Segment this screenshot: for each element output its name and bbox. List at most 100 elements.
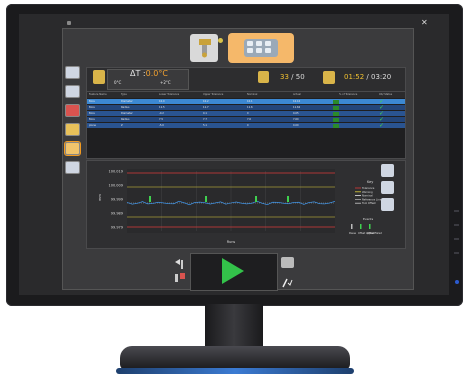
probe-mode-button[interactable] xyxy=(190,34,218,62)
results-table: Feature Name Type Lower Tolerance Upper … xyxy=(86,91,406,159)
tolerance-bar xyxy=(333,123,339,128)
window-icon[interactable] xyxy=(65,66,80,79)
table-row[interactable]: plane Z -5.0 5.1 0 0.00 xyxy=(87,123,405,128)
tools-icon[interactable] xyxy=(172,256,188,286)
power-led xyxy=(455,280,459,284)
column-header: Upper Tolerance xyxy=(203,93,224,96)
table-cell: Bore xyxy=(89,106,95,109)
offset-event-marker xyxy=(255,196,257,202)
table-cell: Radius xyxy=(121,106,130,109)
report-icon[interactable] xyxy=(64,141,81,156)
column-header: Feature Name xyxy=(89,93,107,96)
table-row[interactable]: Bore Diameter -0.2 0.1 0 0.05 xyxy=(87,111,405,116)
table-cell xyxy=(339,117,379,122)
legend-label: Reference Line xyxy=(362,197,382,201)
table-cell: 0.1 xyxy=(203,112,207,115)
legend-label: Warning xyxy=(362,190,373,194)
legend-label: Tool Offset xyxy=(362,201,376,205)
monitor-stand-neck xyxy=(205,304,263,350)
table-cell: 11.6 xyxy=(247,106,253,109)
monitor-base-light xyxy=(116,368,354,374)
legend-label: Nominal xyxy=(362,194,373,198)
legend-title: Key xyxy=(367,180,373,184)
column-header: Actual xyxy=(293,93,301,96)
table-cell: Diameter xyxy=(121,100,133,103)
event-swatch xyxy=(369,224,371,229)
tolerance-bar xyxy=(333,117,339,122)
probe-check-icon[interactable] xyxy=(281,273,293,288)
table-cell xyxy=(339,105,379,110)
column-header: % of Tolerance xyxy=(339,93,358,96)
table-cell: Radius xyxy=(121,118,130,121)
table-cell: 7.6 xyxy=(247,118,251,121)
table-cell: Z xyxy=(121,124,123,127)
trend-chart-panel: 100.019 100.009 99.999 99.989 99.979 mm Runs Ke… xyxy=(86,160,406,249)
play-icon xyxy=(222,258,244,284)
table-icon[interactable] xyxy=(381,181,394,194)
part-count: 33 / 50 xyxy=(280,73,305,81)
y-axis-label: mm xyxy=(98,194,102,201)
table-cell: 7.5 xyxy=(159,118,163,121)
tolerance-bar xyxy=(333,105,339,110)
y-tick-label: 99.999 xyxy=(111,198,123,202)
table-cell: 11.7 xyxy=(203,106,209,109)
y-tick-label: 99.979 xyxy=(111,226,123,230)
chart-icon[interactable] xyxy=(65,161,80,174)
table-cell: 10.1 xyxy=(247,100,253,103)
parts-mode-button[interactable] xyxy=(228,33,294,63)
delta-t-readout: ΔT :0.0°C xyxy=(130,69,168,78)
refresh-icon[interactable] xyxy=(65,104,80,117)
table-cell: -0.2 xyxy=(159,112,164,115)
table-row[interactable]: Bore Radius 11.5 11.7 11.6 11.62 xyxy=(87,105,405,110)
temp-high: +2°C xyxy=(160,80,171,85)
table-cell: 0 xyxy=(247,112,249,115)
table-cell: 10.2 xyxy=(203,100,209,103)
table-cell: 0 xyxy=(247,124,249,127)
chart-side-toolbar xyxy=(381,164,397,215)
y-tick-label: 99.989 xyxy=(111,212,123,216)
column-header: Nominal xyxy=(247,93,258,96)
desktop-icon xyxy=(67,21,71,25)
monitor-icon[interactable] xyxy=(381,198,394,211)
document-icon[interactable] xyxy=(65,85,80,98)
y-tick-label: 100.009 xyxy=(109,184,123,188)
event-label: Pause xyxy=(349,232,357,235)
table-cell: -5.0 xyxy=(159,124,164,127)
event-swatch xyxy=(351,224,353,229)
table-cell: Bore xyxy=(89,118,95,121)
events-title: Events xyxy=(363,217,374,221)
table-row[interactable]: Bore Radius 7.5 7.7 7.6 7.60 xyxy=(87,117,405,122)
table-row[interactable]: Bore Diameter 10.0 10.2 10.1 10.10 xyxy=(87,99,405,104)
column-header: Lower Tolerance xyxy=(159,93,180,96)
table-cell: Diameter xyxy=(121,112,133,115)
tolerance-bar xyxy=(333,99,339,104)
table-cell: 7.7 xyxy=(203,118,207,121)
offset-event-marker xyxy=(149,196,151,202)
table-cell: plane xyxy=(89,124,96,127)
table-cell: 5.1 xyxy=(203,124,207,127)
ok-check-icon: ✓ xyxy=(379,122,385,129)
camera-icon[interactable] xyxy=(281,257,294,268)
event-label: Offset Failed xyxy=(367,232,382,235)
probe-indicator xyxy=(218,38,223,43)
table-header: Feature Name Type Lower Tolerance Upper … xyxy=(87,92,405,98)
x-axis-label: Runs xyxy=(227,240,236,244)
legend-label: Tolerance xyxy=(362,186,375,190)
cycle-time: 01:52 / 03:20 xyxy=(344,73,392,81)
offset-event-marker xyxy=(205,196,207,202)
zoom-icon[interactable] xyxy=(381,164,394,177)
monitor-buttons xyxy=(454,210,460,290)
trend-chart: 100.019 100.009 99.999 99.989 99.979 mm Runs Ke… xyxy=(98,169,382,244)
monitor-stand-base xyxy=(120,346,350,370)
thermometer-icon xyxy=(93,70,105,84)
table-cell xyxy=(339,123,379,128)
column-header: Type xyxy=(121,93,127,96)
left-toolbar xyxy=(64,66,81,180)
offset-event-marker xyxy=(287,196,289,202)
table-cell xyxy=(339,111,379,116)
folder-icon[interactable] xyxy=(65,123,80,136)
table-cell: 10.0 xyxy=(159,100,165,103)
table-cell: Bore xyxy=(89,112,95,115)
close-icon[interactable]: ✕ xyxy=(421,19,428,27)
table-cell: 11.5 xyxy=(159,106,165,109)
